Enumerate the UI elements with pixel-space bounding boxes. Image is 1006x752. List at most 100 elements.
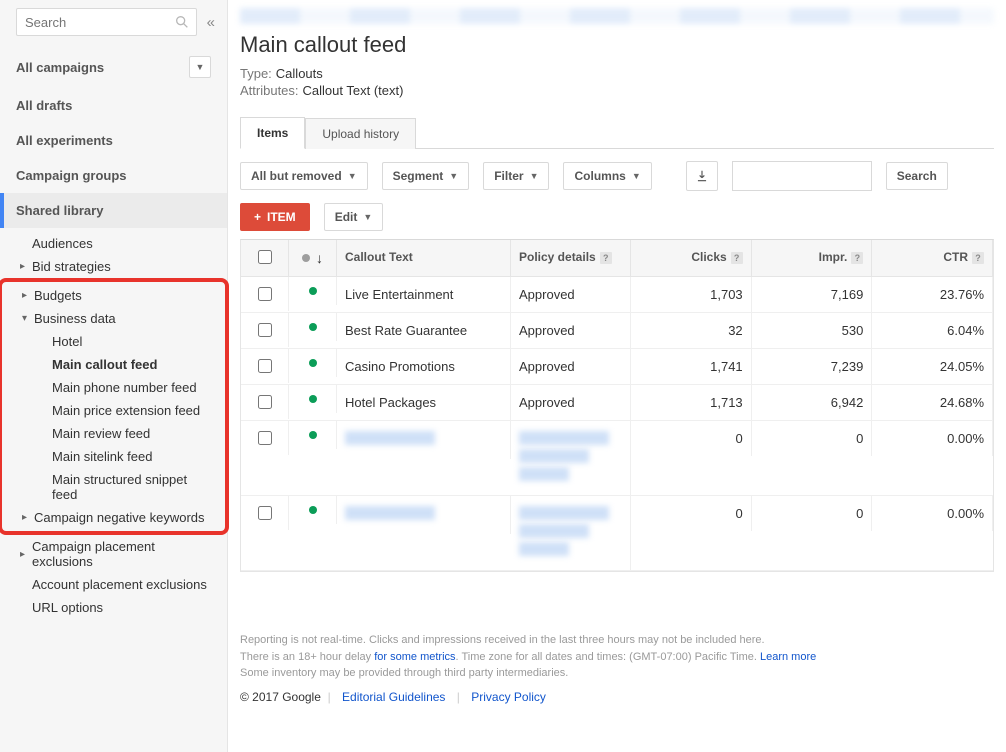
tree-main-sitelink-feed[interactable]: Main sitelink feed bbox=[2, 445, 225, 468]
cell-policy: Approved bbox=[511, 349, 631, 384]
footer-line3: Some inventory may be provided through t… bbox=[240, 665, 994, 682]
nav-all-campaigns[interactable]: All campaigns ▼ bbox=[0, 46, 227, 88]
table-row: 000.00% bbox=[241, 421, 993, 496]
download-button[interactable] bbox=[686, 161, 718, 191]
tab-items[interactable]: Items bbox=[240, 117, 305, 149]
search-input[interactable] bbox=[25, 15, 172, 30]
cell-ctr: 23.76% bbox=[872, 277, 993, 312]
edit-button[interactable]: Edit▼ bbox=[324, 203, 384, 231]
tree-main-phone-number-feed[interactable]: Main phone number feed bbox=[2, 376, 225, 399]
copyright: © 2017 Google bbox=[240, 690, 321, 704]
sidebar: « All campaigns ▼ All drafts All experim… bbox=[0, 0, 228, 752]
col-policy-details[interactable]: Policy details? bbox=[511, 240, 631, 276]
tree-hotel[interactable]: Hotel bbox=[2, 330, 225, 353]
chevron-down-icon: ▼ bbox=[348, 171, 357, 181]
sort-arrow-icon[interactable]: ↓ bbox=[316, 250, 323, 266]
help-icon[interactable]: ? bbox=[731, 252, 743, 264]
chevron-down-icon: ▼ bbox=[363, 212, 372, 222]
status-dot-icon bbox=[309, 431, 317, 439]
row-checkbox[interactable] bbox=[258, 359, 272, 373]
dropdown-icon[interactable]: ▼ bbox=[189, 56, 211, 78]
nav-shared-library[interactable]: Shared library bbox=[0, 193, 227, 228]
select-all-checkbox[interactable] bbox=[258, 250, 272, 264]
tree-bid-strategies[interactable]: ▸Bid strategies bbox=[0, 255, 227, 278]
download-icon bbox=[695, 169, 709, 183]
tabs: Items Upload history bbox=[240, 116, 994, 149]
cell-clicks: 32 bbox=[631, 313, 752, 348]
chevron-down-icon: ▼ bbox=[530, 171, 539, 181]
cell-clicks: 1,703 bbox=[631, 277, 752, 312]
filter-button[interactable]: Filter▼ bbox=[483, 162, 549, 190]
status-dot-icon bbox=[309, 287, 317, 295]
status-dot-icon bbox=[309, 323, 317, 331]
row-checkbox[interactable] bbox=[258, 287, 272, 301]
search-button[interactable]: Search bbox=[886, 162, 948, 190]
col-callout-text[interactable]: Callout Text bbox=[337, 240, 511, 276]
tree-main-review-feed[interactable]: Main review feed bbox=[2, 422, 225, 445]
cell-callout-text bbox=[337, 421, 511, 459]
tab-upload-history[interactable]: Upload history bbox=[305, 118, 416, 149]
chevron-down-icon: ▼ bbox=[632, 171, 641, 181]
tree-budgets[interactable]: ▸Budgets bbox=[2, 284, 225, 307]
cell-clicks: 0 bbox=[631, 496, 752, 531]
row-checkbox[interactable] bbox=[258, 395, 272, 409]
learn-more-link[interactable]: Learn more bbox=[760, 651, 816, 663]
cell-clicks: 1,741 bbox=[631, 349, 752, 384]
tree-url-options[interactable]: URL options bbox=[0, 596, 227, 619]
segment-button[interactable]: Segment▼ bbox=[382, 162, 470, 190]
row-checkbox[interactable] bbox=[258, 323, 272, 337]
row-checkbox[interactable] bbox=[258, 431, 272, 445]
cell-impr: 6,942 bbox=[752, 385, 873, 420]
col-ctr[interactable]: CTR? bbox=[872, 240, 993, 276]
footer-links: © 2017 Google | Editorial Guidelines | P… bbox=[240, 688, 994, 706]
tree-business-data[interactable]: ▾Business data bbox=[2, 307, 225, 330]
status-dot-icon bbox=[309, 506, 317, 514]
nav-campaign-groups[interactable]: Campaign groups bbox=[0, 158, 227, 193]
table-search-input[interactable] bbox=[732, 161, 872, 191]
nav-all-drafts[interactable]: All drafts bbox=[0, 88, 227, 123]
filter-all-but-removed[interactable]: All but removed▼ bbox=[240, 162, 368, 190]
status-dot-icon bbox=[309, 359, 317, 367]
cell-impr: 0 bbox=[752, 421, 873, 456]
cell-callout-text bbox=[337, 496, 511, 534]
col-impr[interactable]: Impr.? bbox=[752, 240, 873, 276]
page-title: Main callout feed bbox=[240, 32, 994, 58]
search-icon bbox=[174, 14, 190, 30]
chevron-down-icon: ▾ bbox=[22, 313, 34, 324]
col-clicks[interactable]: Clicks? bbox=[631, 240, 752, 276]
add-item-button[interactable]: +ITEM bbox=[240, 203, 310, 231]
cell-callout-text: Casino Promotions bbox=[337, 349, 511, 384]
plus-icon: + bbox=[254, 210, 261, 224]
privacy-policy-link[interactable]: Privacy Policy bbox=[471, 690, 546, 704]
editorial-guidelines-link[interactable]: Editorial Guidelines bbox=[342, 690, 445, 704]
meta-attributes: Attributes:Callout Text (text) bbox=[240, 83, 994, 98]
tree-campaign-placement-exclusions[interactable]: ▸Campaign placement exclusions bbox=[0, 535, 227, 573]
search-box[interactable] bbox=[16, 8, 197, 36]
collapse-sidebar-icon[interactable]: « bbox=[207, 14, 215, 31]
cell-impr: 0 bbox=[752, 496, 873, 531]
help-icon[interactable]: ? bbox=[851, 252, 863, 264]
tree-account-placement-exclusions[interactable]: Account placement exclusions bbox=[0, 573, 227, 596]
cell-callout-text: Best Rate Guarantee bbox=[337, 313, 511, 348]
chevron-right-icon: ▸ bbox=[20, 549, 32, 560]
cell-policy: Approved bbox=[511, 277, 631, 312]
cell-impr: 7,169 bbox=[752, 277, 873, 312]
tree-audiences[interactable]: Audiences bbox=[0, 232, 227, 255]
tree-main-price-extension-feed[interactable]: Main price extension feed bbox=[2, 399, 225, 422]
nav-all-experiments[interactable]: All experiments bbox=[0, 123, 227, 158]
tree-main-structured-snippet-feed[interactable]: Main structured snippet feed bbox=[2, 468, 225, 506]
row-checkbox[interactable] bbox=[258, 506, 272, 520]
help-icon[interactable]: ? bbox=[972, 252, 984, 264]
tree-main-callout-feed[interactable]: Main callout feed bbox=[2, 353, 225, 376]
table-row: Casino PromotionsApproved1,7417,23924.05… bbox=[241, 349, 993, 385]
for-some-metrics-link[interactable]: for some metrics bbox=[374, 651, 455, 663]
status-dot-icon bbox=[302, 254, 310, 262]
footer: Reporting is not real-time. Clicks and i… bbox=[240, 632, 994, 706]
help-icon[interactable]: ? bbox=[600, 252, 612, 264]
action-row: +ITEM Edit▼ bbox=[240, 203, 994, 239]
tree-campaign-negative-keywords[interactable]: ▸Campaign negative keywords bbox=[2, 506, 225, 529]
columns-button[interactable]: Columns▼ bbox=[563, 162, 651, 190]
cell-impr: 7,239 bbox=[752, 349, 873, 384]
footer-line1: Reporting is not real-time. Clicks and i… bbox=[240, 632, 994, 649]
cell-impr: 530 bbox=[752, 313, 873, 348]
